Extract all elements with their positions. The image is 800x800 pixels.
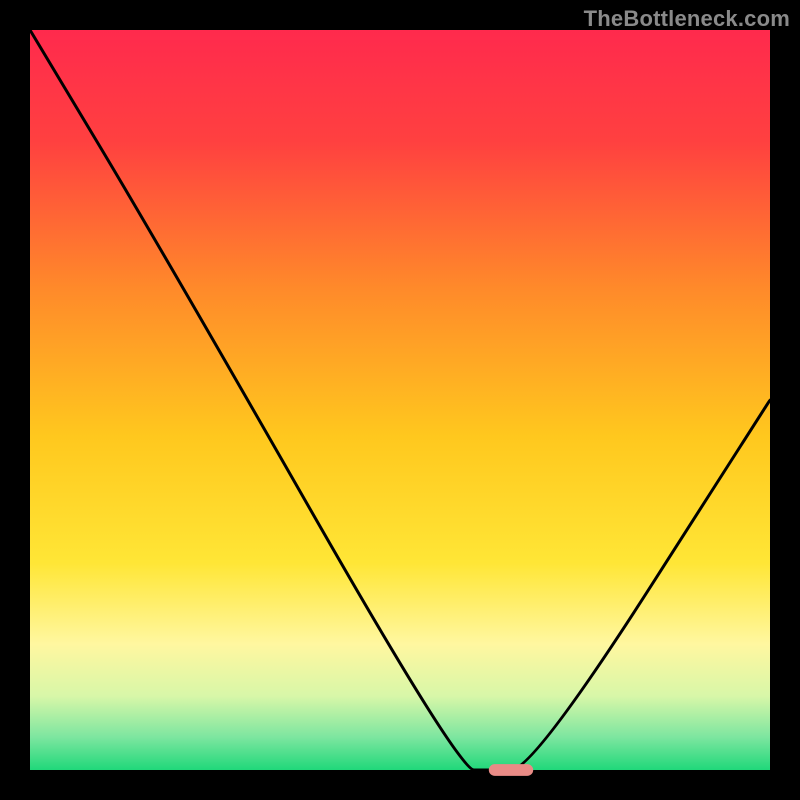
plot-background — [30, 30, 770, 770]
optimal-marker — [489, 764, 533, 776]
bottleneck-chart — [0, 0, 800, 800]
chart-stage: TheBottleneck.com — [0, 0, 800, 800]
watermark-text: TheBottleneck.com — [584, 6, 790, 32]
